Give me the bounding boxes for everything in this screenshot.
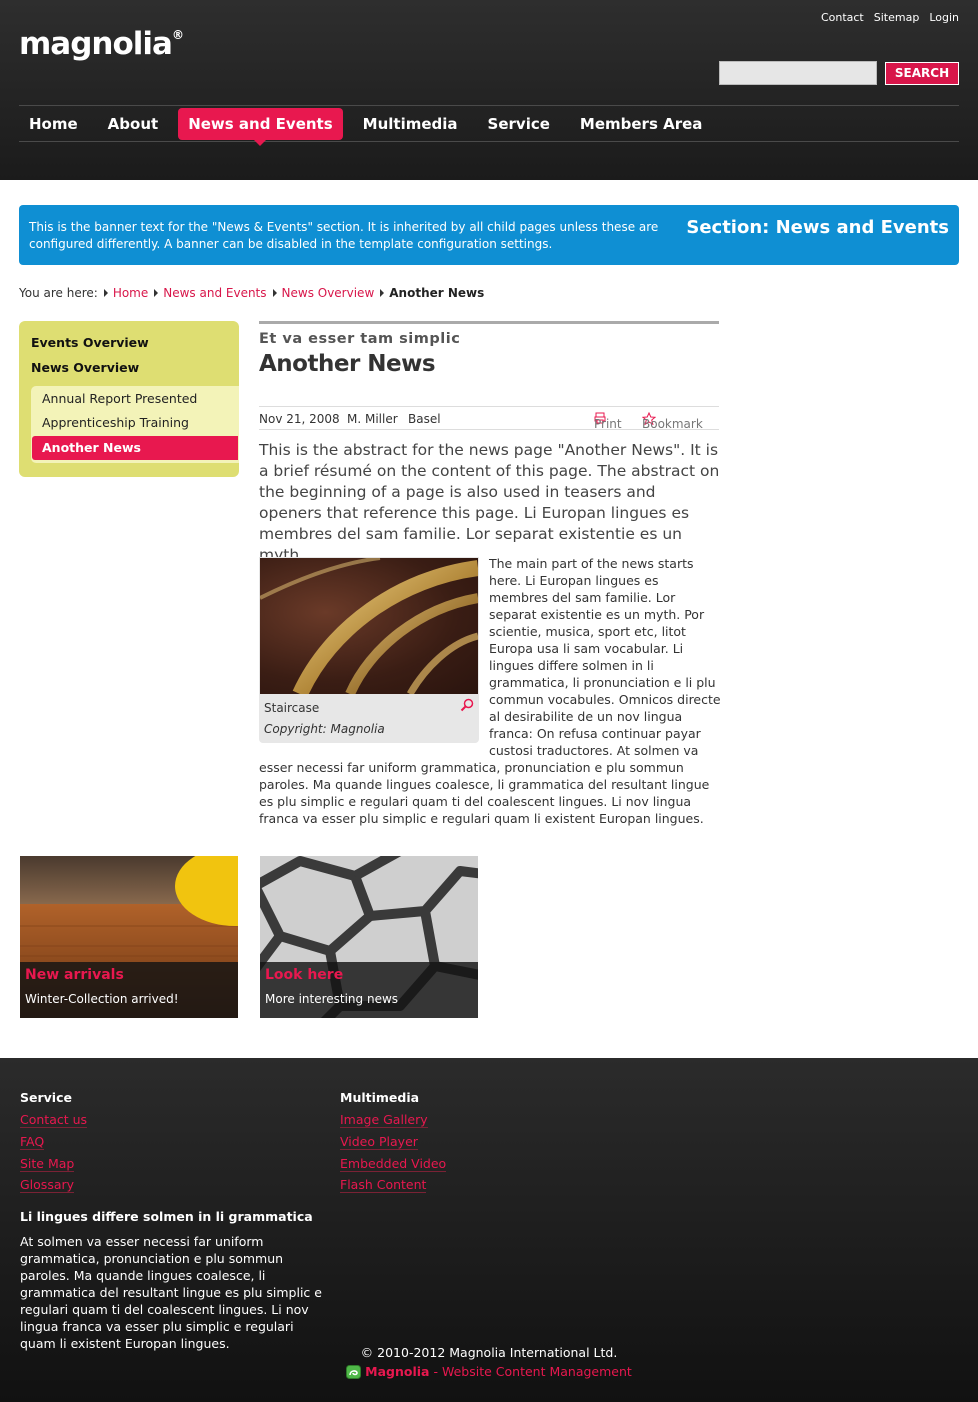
nav-item-home[interactable]: Home (19, 108, 88, 140)
article-abstract: This is the abstract for the news page "… (259, 441, 720, 564)
article-location: Basel (408, 412, 441, 426)
breadcrumb-arrow-icon (103, 289, 108, 297)
article-figure: Staircase Copyright: Magnolia (259, 557, 479, 743)
breadcrumb-arrow-icon (380, 289, 385, 297)
footer-link-glossary[interactable]: Glossary (20, 1177, 75, 1193)
section-banner: This is the banner text for the "News & … (19, 205, 959, 265)
footer-link-flash-content[interactable]: Flash Content (340, 1177, 427, 1193)
teaser-subtitle: Winter-Collection arrived! (25, 992, 179, 1006)
footer-heading-multimedia: Multimedia (340, 1090, 420, 1105)
article-meta: Nov 21, 2008 M. Miller Basel Print Bookm… (259, 406, 719, 431)
footer-text-heading: Li lingues differe solmen in li grammati… (20, 1209, 313, 1224)
staircase-photo (260, 558, 478, 694)
top-link-login[interactable]: Login (929, 11, 959, 24)
footer-link-faq[interactable]: FAQ (20, 1134, 45, 1150)
article-kicker: Et va esser tam simplic (259, 331, 461, 347)
banner-title: Section: News and Events (686, 217, 949, 238)
main-nav: Home About News and Events Multimedia Se… (19, 105, 959, 146)
footer-link-video-player[interactable]: Video Player (340, 1134, 418, 1150)
article-date: Nov 21, 2008 (259, 412, 340, 426)
magnolia-logo[interactable]: magnolia® (19, 26, 184, 62)
footer-link-site-map[interactable]: Site Map (20, 1156, 75, 1172)
breadcrumb-arrow-icon (154, 289, 159, 297)
site-footer: Service Contact us FAQ Site Map Glossary… (0, 1058, 978, 1402)
teaser-look-here[interactable]: Look here More interesting news (260, 856, 478, 1018)
zoom-icon[interactable] (460, 698, 474, 712)
print-link[interactable]: Print (594, 412, 622, 431)
breadcrumb-label: You are here: (19, 286, 98, 300)
print-label: Print (594, 417, 622, 431)
bookmark-label: Bookmark (642, 417, 703, 431)
breadcrumb-news-overview[interactable]: News Overview (282, 286, 375, 300)
search-button[interactable]: SEARCH (885, 62, 959, 85)
site-header: magnolia® Contact Sitemap Login SEARCH H… (0, 0, 978, 180)
footer-link-embedded-video[interactable]: Embedded Video (340, 1156, 447, 1172)
article-title: Another News (259, 351, 436, 377)
powered-text[interactable]: - Website Content Management (434, 1364, 632, 1379)
footer-heading-service: Service (20, 1090, 72, 1105)
powered-by[interactable]: Magnolia - Website Content Management (0, 1364, 978, 1379)
teaser-new-arrivals[interactable]: New arrivals Winter-Collection arrived! (20, 856, 238, 1018)
teaser-title[interactable]: New arrivals (25, 967, 124, 983)
footer-link-image-gallery[interactable]: Image Gallery (340, 1112, 428, 1128)
figure-copyright: Copyright: Magnolia (264, 722, 385, 736)
nav-item-about[interactable]: About (98, 108, 169, 140)
sidebar-item-apprenticeship[interactable]: Apprenticeship Training (42, 415, 189, 430)
sidebar-item-annual-report[interactable]: Annual Report Presented (42, 391, 197, 406)
banner-text: This is the banner text for the "News & … (29, 220, 659, 251)
logo-text: magnolia (19, 26, 173, 62)
sidebar-item-another-news[interactable]: Another News (32, 436, 238, 460)
breadcrumb: You are here: Home News and Events News … (19, 286, 484, 300)
breadcrumb-current: Another News (389, 286, 485, 300)
footer-link-contact-us[interactable]: Contact us (20, 1112, 88, 1128)
breadcrumb-news-and-events[interactable]: News and Events (163, 286, 266, 300)
teaser-subtitle: More interesting news (265, 992, 399, 1006)
teaser-title[interactable]: Look here (265, 967, 343, 983)
logo-registered-mark: ® (171, 27, 184, 42)
footer-text: At solmen va esser necessi far uniform g… (20, 1234, 322, 1351)
nav-item-multimedia[interactable]: Multimedia (353, 108, 468, 140)
sidebar-item-events-overview[interactable]: Events Overview (31, 335, 149, 350)
sidebar-subnav: Annual Report Presented Apprenticeship T… (31, 386, 239, 463)
search-input[interactable] (719, 61, 877, 85)
top-link-sitemap[interactable]: Sitemap (874, 11, 920, 24)
sidebar-item-news-overview[interactable]: News Overview (31, 360, 139, 375)
breadcrumb-home[interactable]: Home (113, 286, 148, 300)
bookmark-link[interactable]: Bookmark (642, 412, 703, 431)
magnolia-icon (346, 1364, 362, 1379)
nav-item-service[interactable]: Service (478, 108, 560, 140)
figure-caption: Staircase (264, 701, 320, 715)
powered-brand[interactable]: Magnolia (365, 1364, 429, 1379)
breadcrumb-arrow-icon (272, 289, 277, 297)
nav-item-members-area[interactable]: Members Area (570, 108, 713, 140)
nav-item-news-and-events[interactable]: News and Events (178, 107, 343, 146)
copyright: © 2010-2012 Magnolia International Ltd. (360, 1345, 618, 1360)
article-top-rule (259, 321, 719, 324)
sidebar-nav: Events Overview News Overview Annual Rep… (19, 321, 239, 477)
top-links: Contact Sitemap Login (821, 11, 959, 24)
top-link-contact[interactable]: Contact (821, 11, 864, 24)
article-author: M. Miller (347, 412, 398, 426)
staircase-image[interactable] (260, 558, 478, 694)
